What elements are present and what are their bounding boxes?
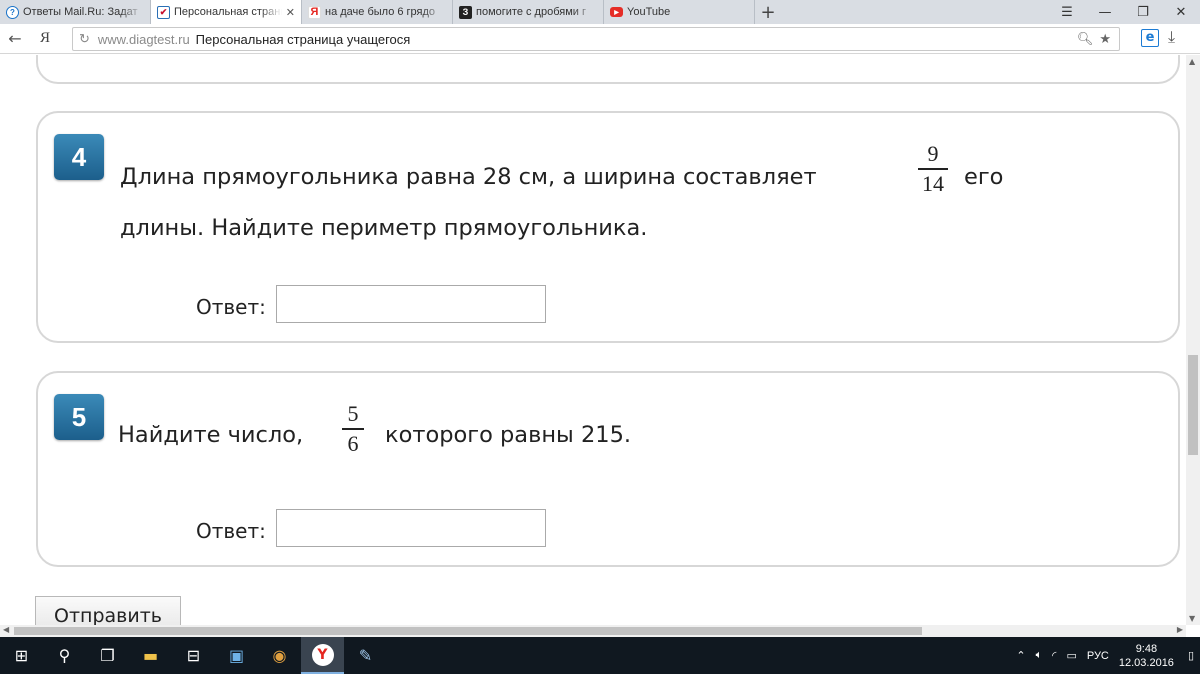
bookmark-star-icon[interactable]: ★ [1099, 31, 1111, 47]
scroll-right-icon[interactable]: ▶ [1177, 625, 1183, 634]
vertical-scrollbar[interactable]: ▲ ▼ [1186, 55, 1200, 625]
control-panel-icon[interactable]: ▣ [215, 637, 258, 674]
page-viewport: 4 Длина прямоугольника равна 28 см, а ши… [0, 55, 1186, 625]
question-text: Найдите число, [118, 422, 304, 448]
question-text-end: которого равны 215. [385, 422, 632, 448]
fraction: 9 14 [918, 142, 948, 196]
question-text-end: его [964, 164, 1004, 190]
tab-strip: ? Ответы Mail.Ru: Задат ✔ Персональная с… [0, 0, 1200, 24]
reload-icon[interactable]: ↻ [79, 31, 90, 47]
scroll-up-icon[interactable]: ▲ [1189, 57, 1195, 66]
yandex-icon: Я [308, 5, 321, 19]
close-window-icon[interactable]: ✕ [1162, 0, 1200, 24]
store-icon[interactable]: ⊟ [172, 637, 215, 674]
youtube-icon: ▶ [610, 7, 623, 17]
clock[interactable]: 9:48 12.03.2016 [1119, 642, 1174, 670]
tab-title: помогите с дробями г [476, 6, 586, 18]
windows-taskbar: ⊞ ⚲ ❐ ▬ ⊟ ▣ ◉ Y ✎ ⌃ 🔈︎ ◜ ▭ РУС 9:48 12.0… [0, 637, 1200, 674]
mail-answers-icon: ? [6, 5, 19, 19]
yandex-home-icon[interactable]: Я [30, 30, 60, 47]
question-card-4: 4 Длина прямоугольника равна 28 см, а ши… [36, 111, 1180, 343]
submit-button[interactable]: Отправить [35, 596, 181, 625]
menu-icon[interactable]: ☰ [1048, 0, 1086, 24]
tray-chevron-icon[interactable]: ⌃ [1016, 649, 1025, 662]
question-card-5: 5 Найдите число, 5 6 которого равны 215.… [36, 371, 1180, 567]
tab-title: Ответы Mail.Ru: Задат [23, 6, 138, 18]
question-text-line2: длины. Найдите периметр прямоугольника. [120, 215, 648, 241]
language-indicator[interactable]: РУС [1087, 650, 1109, 662]
tab-title: YouTube [627, 6, 671, 18]
answer-input-4[interactable] [276, 285, 546, 323]
restore-icon[interactable]: ❐ [1124, 0, 1162, 24]
address-actions: 🔍︎ ★ [1077, 31, 1111, 47]
search-icon[interactable]: ⚲ [43, 637, 86, 674]
fraction-denominator: 14 [922, 171, 944, 196]
fraction: 5 6 [342, 402, 364, 456]
tab-yandex[interactable]: Я на даче было 6 грядо [302, 0, 453, 24]
answer-label: Ответ: [196, 295, 266, 319]
yandex-browser-icon[interactable]: Y [301, 637, 344, 674]
diagtest-icon: ✔ [157, 5, 170, 19]
tab-youtube[interactable]: ▶ YouTube [604, 0, 755, 24]
tab-znanija[interactable]: З помогите с дробями г [453, 0, 604, 24]
notifications-icon[interactable]: ▯ [1188, 649, 1194, 662]
question-number-badge: 5 [54, 394, 104, 440]
ie-mode-icon[interactable]: e [1141, 29, 1159, 47]
answer-label: Ответ: [196, 519, 266, 543]
new-tab-button[interactable]: + [755, 0, 781, 24]
app-icon[interactable]: ◉ [258, 637, 301, 674]
question-text: Длина прямоугольника равна 28 см, а шири… [120, 164, 817, 190]
question-card-previous [36, 55, 1180, 84]
paint-icon[interactable]: ✎ [344, 637, 387, 674]
question-number-badge: 4 [54, 134, 104, 180]
download-icon[interactable]: ⤓ [1168, 27, 1175, 47]
fraction-denominator: 6 [347, 431, 359, 456]
wifi-icon[interactable]: ◜ [1052, 649, 1056, 662]
tab-title: на даче было 6 грядо [325, 6, 436, 18]
task-view-icon[interactable]: ❐ [86, 637, 129, 674]
answer-input-5[interactable] [276, 509, 546, 547]
address-bar[interactable]: ↻ www.diagtest.ru Персональная страница … [72, 27, 1120, 51]
tab-mail-answers[interactable]: ? Ответы Mail.Ru: Задат [0, 0, 151, 24]
navigation-bar: ← Я ↻ www.diagtest.ru Персональная стран… [0, 24, 1200, 54]
fraction-numerator: 9 [927, 141, 939, 166]
tab-diagtest[interactable]: ✔ Персональная страни ✕ [151, 0, 302, 24]
scroll-left-icon[interactable]: ◀ [3, 625, 9, 634]
minimize-icon[interactable]: — [1086, 0, 1124, 24]
windows-start-icon[interactable]: ⊞ [0, 637, 43, 674]
file-explorer-icon[interactable]: ▬ [129, 637, 172, 674]
battery-icon[interactable]: ▭ [1066, 649, 1076, 662]
horizontal-scroll-thumb[interactable] [14, 627, 922, 635]
fraction-bar [918, 168, 948, 170]
volume-icon[interactable]: 🔈︎ [1036, 649, 1043, 662]
scroll-down-icon[interactable]: ▼ [1189, 614, 1195, 623]
zoom-search-icon[interactable]: 🔍︎ [1077, 31, 1094, 47]
tab-title: Персональная страни [174, 6, 282, 18]
system-tray: ⌃ 🔈︎ ◜ ▭ РУС 9:48 12.03.2016 ▯ [1016, 637, 1200, 674]
address-page-title: Персональная страница учащегося [195, 31, 411, 47]
znanija-icon: З [459, 5, 472, 19]
back-arrow-icon[interactable]: ← [0, 29, 30, 48]
clock-time: 9:48 [1135, 642, 1158, 655]
horizontal-scrollbar[interactable]: ◀ ▶ [0, 625, 1186, 637]
window-controls: ☰ — ❐ ✕ [1048, 0, 1200, 24]
vertical-scroll-thumb[interactable] [1188, 355, 1198, 455]
fraction-numerator: 5 [347, 401, 359, 426]
clock-date: 12.03.2016 [1118, 656, 1174, 669]
address-host: www.diagtest.ru [97, 31, 190, 47]
close-tab-icon[interactable]: ✕ [286, 6, 295, 19]
fraction-bar [342, 428, 364, 430]
